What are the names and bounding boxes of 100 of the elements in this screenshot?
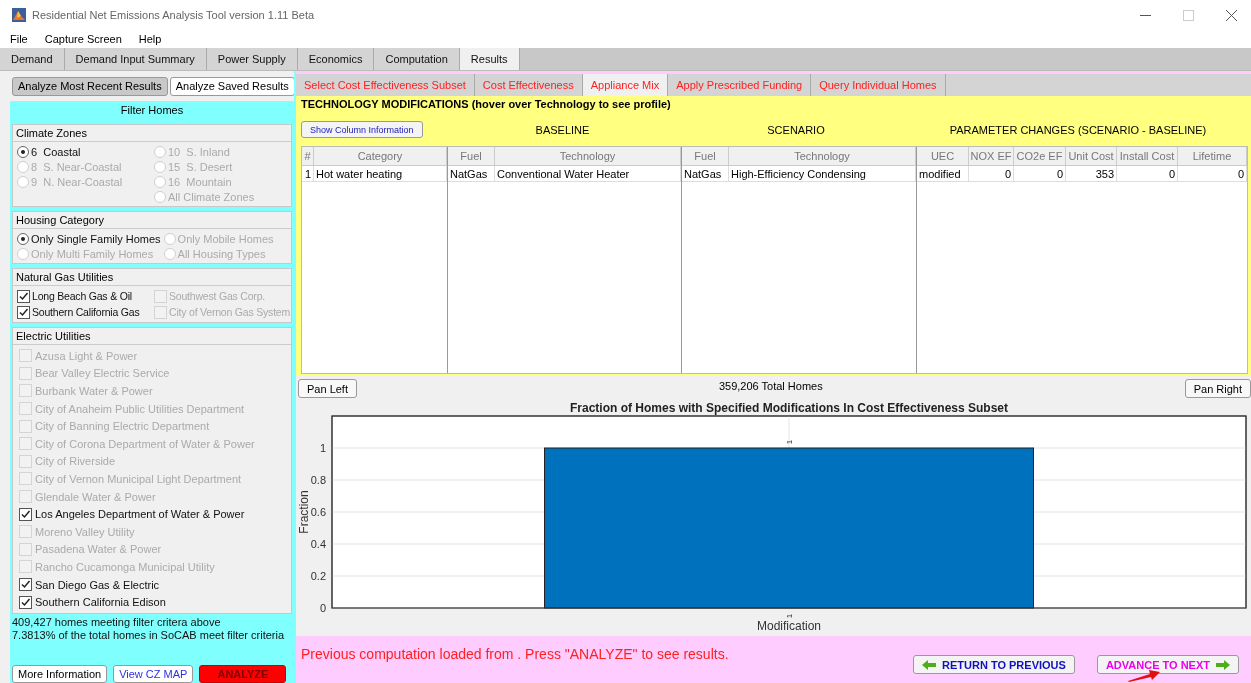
menu-item[interactable]: File	[0, 33, 35, 45]
option-label: City of Vernon Gas System	[169, 306, 291, 318]
option-label: 10 S. Inland	[168, 145, 230, 158]
group-title: Climate Zones	[13, 125, 291, 142]
table-cell: 0	[1117, 166, 1178, 182]
window-title: Residential Net Emissions Analysis Tool version 1.11 Beta	[32, 9, 315, 21]
option-label: Los Angeles Department of Water & Power	[35, 508, 245, 521]
status-message: Previous computation loaded from . Press "ANALYZE" to see results.	[301, 646, 729, 663]
y-tick-label: 0.8	[310, 474, 326, 487]
checkbox[interactable]	[17, 305, 30, 319]
y-tick-label: 0.6	[310, 506, 326, 519]
option-label: 15 S. Desert	[168, 160, 233, 173]
y-tick-label: 0	[319, 602, 326, 615]
data-label: 1	[785, 439, 794, 445]
column-header: Install Cost	[1117, 147, 1178, 166]
column-header: #	[302, 147, 314, 166]
option-label: City of Corona Department of Water & Power	[35, 437, 255, 450]
menu-item[interactable]: Capture Screen	[34, 33, 129, 45]
option-label: 16 Mountain	[168, 175, 232, 188]
table-cell: 353	[1066, 166, 1117, 182]
option-label: Southern California Gas	[32, 306, 140, 318]
option-label: San Diego Gas & Electric	[35, 578, 160, 591]
panel-title: Filter Homes	[119, 103, 185, 118]
checkbox[interactable]	[19, 578, 32, 591]
option-label: Only Single Family Homes	[31, 232, 161, 245]
table-cell: NatGas	[448, 166, 495, 182]
action-button[interactable]: View CZ MAP	[113, 665, 194, 683]
tab[interactable]: Results	[459, 48, 520, 70]
tab[interactable]: Economics	[297, 48, 375, 70]
column-header: Technology	[729, 147, 916, 166]
checkbox[interactable]	[19, 507, 32, 521]
x-axis-label: Modification	[757, 619, 821, 634]
action-button[interactable]: More Information	[12, 665, 108, 683]
option-label: City of Vernon Municipal Light Department	[35, 472, 242, 485]
y-tick-label: 0.2	[310, 570, 326, 583]
table-cell: High-Efficiency Condensing	[729, 166, 916, 182]
column-header: Unit Cost	[1066, 147, 1117, 166]
table-cell: Hot water heating	[314, 166, 447, 182]
option-label: Burbank Water & Power	[35, 385, 153, 397]
checkbox[interactable]	[17, 289, 30, 303]
column-header: Lifetime	[1178, 147, 1247, 166]
pan-left-button[interactable]: Pan Left	[298, 379, 357, 399]
column-header: UEC	[917, 147, 969, 166]
group-title: Housing Category	[13, 212, 291, 229]
option-label: 8 S. Near-Coastal	[31, 160, 122, 173]
tab[interactable]: Demand	[0, 48, 65, 70]
group-heading: BASELINE	[535, 124, 590, 136]
show-column-info-button[interactable]: Show Column Information	[301, 121, 423, 139]
group-title: Natural Gas Utilities	[13, 269, 291, 286]
table-cell: Conventional Water Heater	[495, 166, 681, 182]
option-label: Glendale Water & Power	[35, 490, 156, 503]
mode-button[interactable]: Analyze Most Recent Results	[12, 76, 168, 96]
table-cell: 0	[1178, 166, 1247, 182]
radio-button[interactable]	[17, 145, 29, 158]
option-label: Long Beach Gas & Oil	[32, 290, 132, 302]
option-label: City of Anaheim Public Utilities Department	[35, 402, 245, 415]
tab[interactable]: Computation	[374, 48, 460, 70]
column-header: CO2e EF	[1014, 147, 1066, 166]
y-tick-label: 0.4	[310, 538, 326, 551]
option-label: City of Riverside	[35, 455, 116, 468]
table-cell: 0	[1014, 166, 1066, 182]
table-cell: NatGas	[682, 166, 729, 182]
table-cell: 0	[969, 166, 1014, 182]
tab[interactable]: Demand Input Summary	[64, 48, 207, 70]
return-button[interactable]: RETURN TO PREVIOUS	[913, 655, 1075, 675]
column-header: NOX EF	[969, 147, 1014, 166]
option-label: Moreno Valley Utility	[35, 525, 135, 538]
option-label: Southern California Edison	[35, 596, 166, 609]
arrow-left-icon	[922, 659, 936, 670]
mode-button[interactable]: Analyze Saved Results	[169, 76, 295, 96]
option-label: 9 N. Near-Coastal	[31, 175, 123, 188]
group-heading: PARAMETER CHANGES (SCENARIO - BASELINE)	[949, 124, 1207, 136]
table-cell: 1	[302, 166, 314, 182]
option-label: Southwest Gas Corp.	[169, 290, 265, 302]
pointer-arrow-icon	[1128, 670, 1160, 683]
option-label: Only Mobile Homes	[177, 232, 274, 245]
option-label: All Climate Zones	[168, 190, 255, 203]
total-homes-label: 359,206 Total Homes	[718, 380, 823, 393]
group-title: Electric Utilities	[13, 328, 291, 345]
tab[interactable]: Power Supply	[206, 48, 298, 70]
option-label: Rancho Cucamonga Municipal Utility	[35, 560, 215, 573]
chart-title: Fraction of Homes with Specified Modifications In Cost Effectiveness Subset	[569, 401, 1009, 416]
summary-text: 409,427 homes meeting filter critera above	[12, 615, 222, 629]
option-label: Bear Valley Electric Service	[35, 367, 170, 380]
radio-button[interactable]	[17, 232, 29, 245]
column-header: Fuel	[448, 147, 495, 166]
column-header: Technology	[495, 147, 681, 166]
option-label: Azusa Light & Power	[35, 349, 138, 362]
close-icon[interactable]	[1226, 9, 1237, 21]
checkbox[interactable]	[19, 595, 32, 609]
y-axis-label: Fraction	[297, 490, 311, 534]
option-label: Pasadena Water & Power	[35, 543, 162, 556]
maximize-icon[interactable]	[1183, 9, 1194, 21]
option-label: City of Banning Electric Department	[35, 420, 210, 433]
option-label: Only Multi Family Homes	[31, 247, 154, 260]
pan-right-button[interactable]: Pan Right	[1184, 379, 1251, 399]
summary-text: 7.3813% of the total homes in SoCAB meet filter criteria	[12, 628, 286, 642]
menu-item[interactable]: Help	[128, 33, 169, 45]
arrow-right-icon	[1216, 659, 1230, 670]
column-header: Fuel	[682, 147, 729, 166]
